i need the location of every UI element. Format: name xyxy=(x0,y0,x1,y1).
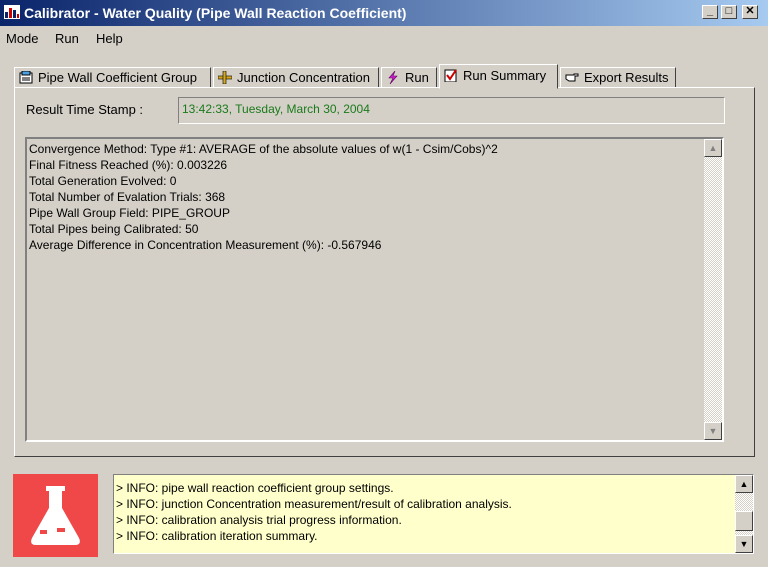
maximize-button[interactable]: □ xyxy=(721,5,737,19)
log-line: > INFO: junction Concentration measureme… xyxy=(116,497,512,511)
menu-run[interactable]: Run xyxy=(55,31,79,46)
flask-icon xyxy=(31,486,80,545)
tab-run-summary[interactable]: Run Summary xyxy=(439,64,558,89)
tab-run[interactable]: Run xyxy=(381,67,437,88)
summary-line: Total Pipes being Calibrated: 50 xyxy=(29,222,199,236)
menu-help[interactable]: Help xyxy=(96,31,123,46)
timestamp-field: 13:42:33, Tuesday, March 30, 2004 xyxy=(178,97,725,124)
summary-line: Total Generation Evolved: 0 xyxy=(29,174,177,188)
window-title: Calibrator - Water Quality (Pipe Wall Re… xyxy=(24,5,407,21)
tab-export-results[interactable]: Export Results xyxy=(560,67,676,88)
log-scroll-down-button[interactable]: ▼ xyxy=(735,535,753,553)
log-line: > INFO: calibration iteration summary. xyxy=(116,529,318,543)
summary-text-area[interactable]: Convergence Method: Type #1: AVERAGE of … xyxy=(25,137,724,442)
tab-label: Export Results xyxy=(584,70,669,85)
log-line: > INFO: calibration analysis trial progr… xyxy=(116,513,402,527)
info-log[interactable]: > INFO: pipe wall reaction coefficient g… xyxy=(113,474,754,554)
pipe-group-icon xyxy=(19,71,33,84)
summary-line: Average Difference in Concentration Meas… xyxy=(29,238,382,252)
tab-pipe-wall-coefficient-group[interactable]: Pipe Wall Coefficient Group xyxy=(14,67,211,88)
checklist-icon xyxy=(444,69,457,82)
log-line: > INFO: pipe wall reaction coefficient g… xyxy=(116,481,394,495)
calibrator-app-icon xyxy=(4,5,20,19)
lightning-icon xyxy=(388,71,398,84)
close-button[interactable]: ✕ xyxy=(742,5,758,19)
summary-line: Total Number of Evalation Trials: 368 xyxy=(29,190,226,204)
log-scrollbar[interactable]: ▲ ▼ xyxy=(735,475,753,553)
tab-strip: Pipe Wall Coefficient Group Junction Con… xyxy=(14,64,754,89)
tab-junction-concentration[interactable]: Junction Concentration xyxy=(213,67,379,88)
pointing-hand-icon xyxy=(565,73,579,82)
summary-line: Pipe Wall Group Field: PIPE_GROUP xyxy=(29,206,230,220)
timestamp-label: Result Time Stamp : xyxy=(26,102,144,117)
junction-icon xyxy=(218,71,232,84)
log-scroll-thumb[interactable] xyxy=(735,511,753,531)
tab-label: Pipe Wall Coefficient Group xyxy=(38,70,197,85)
scroll-up-button[interactable]: ▲ xyxy=(704,139,722,157)
summary-line: Final Fitness Reached (%): 0.003226 xyxy=(29,158,228,172)
tab-label: Junction Concentration xyxy=(237,70,370,85)
status-icon-box xyxy=(13,474,98,557)
log-scroll-up-button[interactable]: ▲ xyxy=(735,475,753,493)
title-bar: Calibrator - Water Quality (Pipe Wall Re… xyxy=(0,0,768,26)
minimize-button[interactable]: _ xyxy=(702,5,718,19)
menu-bar: Mode Run Help xyxy=(0,28,768,48)
summary-lines: Convergence Method: Type #1: AVERAGE of … xyxy=(29,141,498,253)
tab-label: Run xyxy=(405,70,429,85)
scroll-down-button[interactable]: ▼ xyxy=(704,422,722,440)
log-lines: > INFO: pipe wall reaction coefficient g… xyxy=(116,480,512,544)
summary-scrollbar[interactable]: ▲ ▼ xyxy=(704,139,722,440)
tab-label: Run Summary xyxy=(463,68,547,83)
menu-mode[interactable]: Mode xyxy=(6,31,39,46)
summary-line: Convergence Method: Type #1: AVERAGE of … xyxy=(29,142,498,156)
